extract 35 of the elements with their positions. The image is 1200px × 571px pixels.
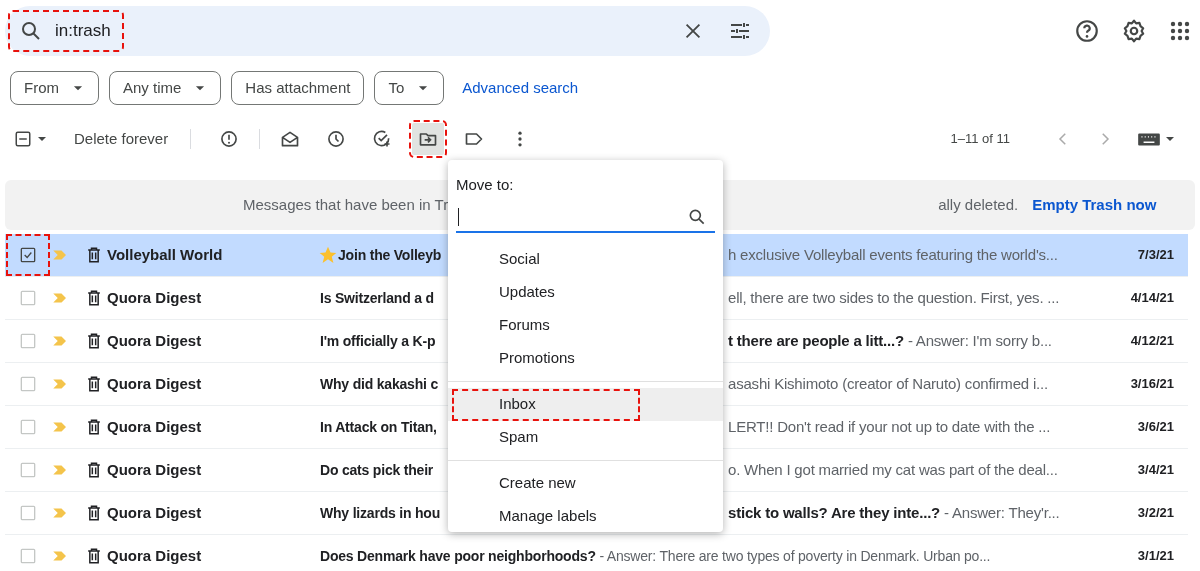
email-date: 3/1/21 bbox=[1137, 547, 1174, 566]
email-snippet: ell, there are two sides to the question. First, yes. ... bbox=[728, 287, 1060, 308]
email-snippet: o. When I got married my cat was part of the deal... bbox=[728, 459, 1058, 480]
email-subject: Is Switzerland a d bbox=[320, 288, 434, 308]
email-date: 4/14/21 bbox=[1130, 289, 1174, 308]
email-snippet: h exclusive Volleyball events featuring the world's... bbox=[728, 244, 1058, 265]
sender-name: Volleyball World bbox=[107, 244, 224, 265]
email-snippet: stick to walls? Are they inte...? - Answer: They'r... bbox=[728, 502, 1060, 523]
email-subject: Do cats pick their bbox=[320, 460, 434, 480]
email-snippet: LERT!! Don't read if your not up to date with the ... bbox=[728, 416, 1051, 437]
banner-text: ally deleted. bbox=[938, 194, 1019, 215]
email-snippet: asashi Kishimoto (creator of Naruto) confirmed i... bbox=[728, 373, 1048, 394]
email-snippet: t there are people a litt...? - Answer: I'm sorry b... bbox=[728, 330, 1052, 351]
email-date: 3/6/21 bbox=[1137, 418, 1174, 437]
sender-name: Quora Digest bbox=[107, 287, 203, 308]
email-subject: I'm officially a K-p bbox=[320, 331, 436, 351]
sender-name: Quora Digest bbox=[107, 459, 203, 480]
email-subject: Why lizards in hou bbox=[320, 503, 441, 523]
sender-name: Quora Digest bbox=[107, 330, 203, 351]
email-date: 3/2/21 bbox=[1137, 504, 1174, 523]
email-subject: Why did kakashi c bbox=[320, 374, 438, 394]
email-subject: In Attack on Titan, bbox=[320, 417, 437, 437]
pagination-text: 1–11 of 11 bbox=[950, 130, 1010, 149]
email-date: 7/3/21 bbox=[1137, 246, 1174, 265]
email-subject: Does Denmark have poor neighborhoods? - Answer: There are two types of poverty in Denmark. Urban po... bbox=[320, 546, 991, 566]
menu-title: Move to: bbox=[456, 175, 515, 195]
email-date: 3/4/21 bbox=[1137, 461, 1174, 480]
sender-name: Quora Digest bbox=[107, 545, 203, 566]
banner-text: Messages that have been in Tr bbox=[243, 194, 449, 215]
email-date: 3/16/21 bbox=[1130, 375, 1174, 394]
sender-name: Quora Digest bbox=[107, 373, 203, 394]
sender-name: Quora Digest bbox=[107, 416, 203, 437]
email-date: 4/12/21 bbox=[1130, 332, 1174, 351]
sender-name: Quora Digest bbox=[107, 502, 203, 523]
email-subject: Join the Volleyb bbox=[338, 245, 442, 265]
